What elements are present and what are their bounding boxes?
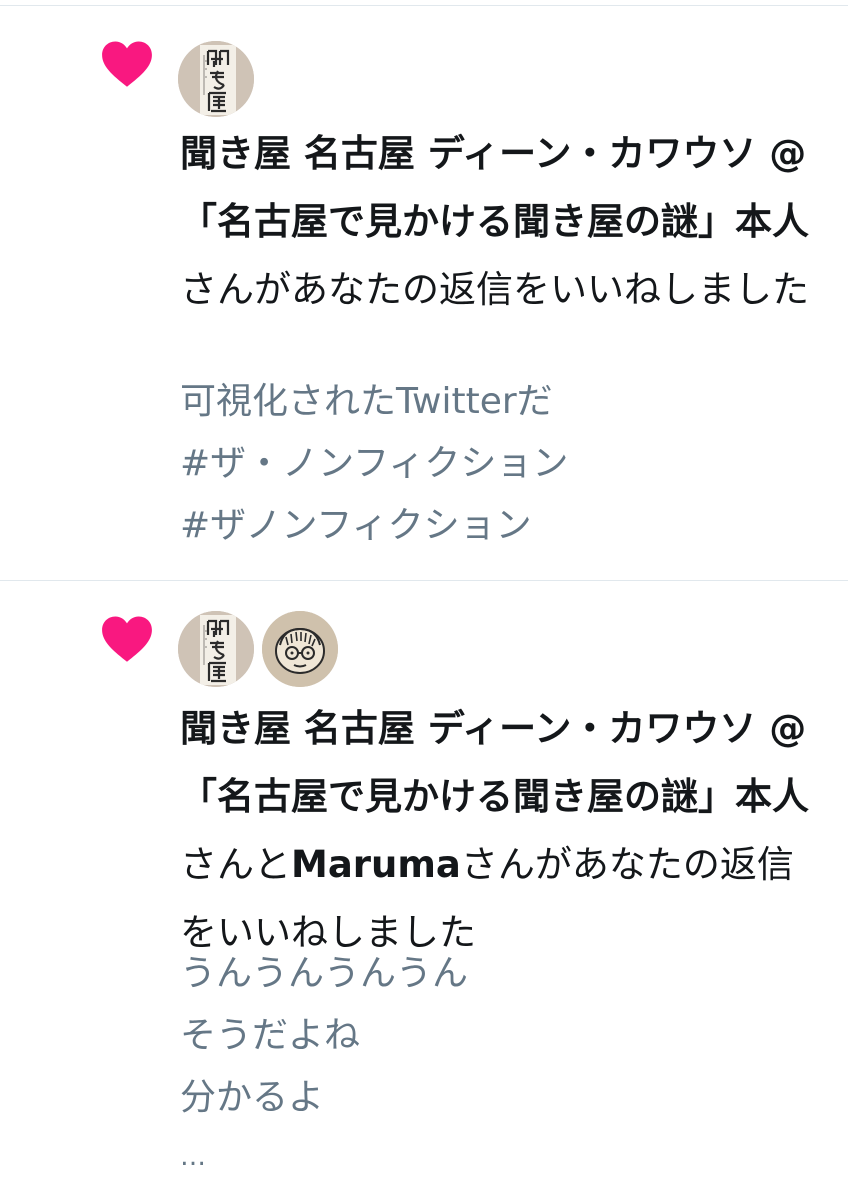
heart-icon (102, 616, 152, 662)
notification-item[interactable]: 聞き屋 名古屋 ディーン・カワウソ @「名古屋で見かける聞き屋の謎」本人さんがあ… (0, 6, 848, 580)
action-text: さんがあなたの返信をいいねしました (180, 268, 809, 311)
preview-line: 可視化されたTwitterだ (180, 381, 553, 422)
actor-name[interactable]: Maruma (291, 843, 461, 886)
notification-item[interactable]: 聞き屋 名古屋 ディーン・カワウソ @「名古屋で見かける聞き屋の謎」本人さんとM… (0, 581, 848, 1200)
kikiya-sign-image (178, 41, 254, 117)
preview-line[interactable]: #ザノンフィクション (180, 495, 820, 557)
avatar-group (178, 611, 338, 687)
heart-icon (102, 41, 152, 87)
notification-text: 聞き屋 名古屋 ディーン・カワウソ @「名古屋で見かける聞き屋の謎」本人さんがあ… (180, 120, 820, 324)
notification-text: 聞き屋 名古屋 ディーン・カワウソ @「名古屋で見かける聞き屋の謎」本人さんとM… (180, 695, 820, 967)
actor-name[interactable]: 聞き屋 名古屋 ディーン・カワウソ @「名古屋で見かける聞き屋の謎」本人 (180, 132, 809, 243)
avatar-kikiya[interactable] (178, 41, 254, 117)
preview-line: うんうんうんうん (180, 953, 469, 994)
connector-text: さんと (180, 843, 291, 886)
maruma-face-image (262, 611, 338, 687)
tweet-preview[interactable]: うんうんうんうん そうだよね 分かるよ … (180, 943, 820, 1185)
avatar-maruma[interactable] (262, 611, 338, 687)
kikiya-sign-image (178, 611, 254, 687)
tweet-preview[interactable]: 可視化されたTwitterだ #ザ・ノンフィクション #ザノンフィクション (180, 371, 820, 557)
avatar-kikiya[interactable] (178, 611, 254, 687)
preview-line: … (180, 1142, 206, 1172)
preview-line: 分かるよ (180, 1077, 325, 1118)
avatar-group (178, 41, 254, 117)
actor-name[interactable]: 聞き屋 名古屋 ディーン・カワウソ @「名古屋で見かける聞き屋の謎」本人 (180, 707, 809, 818)
preview-line[interactable]: #ザ・ノンフィクション (180, 433, 820, 495)
preview-line: そうだよね (180, 1015, 361, 1056)
